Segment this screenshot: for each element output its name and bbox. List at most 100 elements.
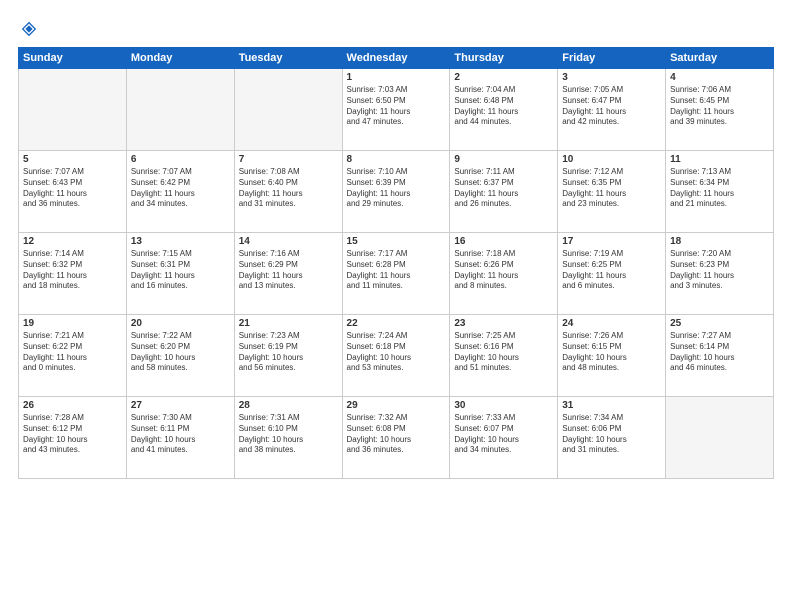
calendar: SundayMondayTuesdayWednesdayThursdayFrid…: [18, 47, 774, 479]
logo-icon: [20, 20, 38, 38]
day-info: Sunrise: 7:14 AM Sunset: 6:32 PM Dayligh…: [23, 249, 122, 292]
calendar-cell: 2Sunrise: 7:04 AM Sunset: 6:48 PM Daylig…: [450, 69, 558, 151]
calendar-cell: 15 Sunrise: 7:17 AM Sunset: 6:28 PM Dayli…: [342, 233, 450, 315]
day-number: 12: [23, 236, 122, 247]
day-number: 26: [23, 400, 122, 411]
day-info: Sunrise: 7:27 AM Sunset: 6:14 PM Dayligh…: [670, 331, 769, 374]
day-number: 29: [347, 400, 446, 411]
day-info: Sunrise: 7:03 AM Sunset: 6:50 PM Dayligh…: [347, 85, 446, 128]
calendar-cell: 1Sunrise: 7:03 AM Sunset: 6:50 PM Daylig…: [342, 69, 450, 151]
day-info: Sunrise: 7:16 AM Sunset: 6:29 PM Dayligh…: [239, 249, 338, 292]
day-info: Sunrise: 7:34 AM Sunset: 6:06 PM Dayligh…: [562, 413, 661, 456]
weekday-header-thursday: Thursday: [450, 48, 558, 69]
day-number: 9: [454, 154, 553, 165]
weekday-header-row: SundayMondayTuesdayWednesdayThursdayFrid…: [19, 48, 774, 69]
day-info: Sunrise: 7:15 AM Sunset: 6:31 PM Dayligh…: [131, 249, 230, 292]
calendar-cell: 31Sunrise: 7:34 AM Sunset: 6:06 PM Dayli…: [558, 397, 666, 479]
weekday-header-monday: Monday: [126, 48, 234, 69]
day-info: Sunrise: 7:11 AM Sunset: 6:37 PM Dayligh…: [454, 167, 553, 210]
day-number: 17: [562, 236, 661, 247]
week-row-4: 19 Sunrise: 7:21 AM Sunset: 6:22 PM Dayli…: [19, 315, 774, 397]
day-info: Sunrise: 7:31 AM Sunset: 6:10 PM Dayligh…: [239, 413, 338, 456]
calendar-cell: 22 Sunrise: 7:24 AM Sunset: 6:18 PM Dayli…: [342, 315, 450, 397]
day-info: Sunrise: 7:19 AM Sunset: 6:25 PM Dayligh…: [562, 249, 661, 292]
day-number: 25: [670, 318, 769, 329]
calendar-cell: 12 Sunrise: 7:14 AM Sunset: 6:32 PM Dayli…: [19, 233, 127, 315]
day-info: Sunrise: 7:23 AM Sunset: 6:19 PM Dayligh…: [239, 331, 338, 374]
day-number: 11: [670, 154, 769, 165]
calendar-cell: 11 Sunrise: 7:13 AM Sunset: 6:34 PM Dayli…: [666, 151, 774, 233]
calendar-cell: 27 Sunrise: 7:30 AM Sunset: 6:11 PM Dayli…: [126, 397, 234, 479]
calendar-cell: 23Sunrise: 7:25 AM Sunset: 6:16 PM Dayli…: [450, 315, 558, 397]
day-info: Sunrise: 7:20 AM Sunset: 6:23 PM Dayligh…: [670, 249, 769, 292]
calendar-cell: 6 Sunrise: 7:07 AM Sunset: 6:42 PM Daylig…: [126, 151, 234, 233]
calendar-cell: [126, 69, 234, 151]
calendar-cell: [666, 397, 774, 479]
day-info: Sunrise: 7:22 AM Sunset: 6:20 PM Dayligh…: [131, 331, 230, 374]
day-number: 15: [347, 236, 446, 247]
calendar-cell: 30Sunrise: 7:33 AM Sunset: 6:07 PM Dayli…: [450, 397, 558, 479]
calendar-cell: 5 Sunrise: 7:07 AM Sunset: 6:43 PM Daylig…: [19, 151, 127, 233]
day-number: 6: [131, 154, 230, 165]
day-info: Sunrise: 7:26 AM Sunset: 6:15 PM Dayligh…: [562, 331, 661, 374]
day-info: Sunrise: 7:21 AM Sunset: 6:22 PM Dayligh…: [23, 331, 122, 374]
day-info: Sunrise: 7:32 AM Sunset: 6:08 PM Dayligh…: [347, 413, 446, 456]
day-number: 28: [239, 400, 338, 411]
day-info: Sunrise: 7:08 AM Sunset: 6:40 PM Dayligh…: [239, 167, 338, 210]
day-number: 8: [347, 154, 446, 165]
calendar-cell: 9 Sunrise: 7:11 AM Sunset: 6:37 PM Daylig…: [450, 151, 558, 233]
calendar-cell: 26 Sunrise: 7:28 AM Sunset: 6:12 PM Dayli…: [19, 397, 127, 479]
day-number: 19: [23, 318, 122, 329]
day-number: 16: [454, 236, 553, 247]
day-info: Sunrise: 7:10 AM Sunset: 6:39 PM Dayligh…: [347, 167, 446, 210]
calendar-cell: 17 Sunrise: 7:19 AM Sunset: 6:25 PM Dayli…: [558, 233, 666, 315]
weekday-header-tuesday: Tuesday: [234, 48, 342, 69]
calendar-cell: [19, 69, 127, 151]
day-number: 21: [239, 318, 338, 329]
calendar-cell: 14Sunrise: 7:16 AM Sunset: 6:29 PM Dayli…: [234, 233, 342, 315]
day-info: Sunrise: 7:12 AM Sunset: 6:35 PM Dayligh…: [562, 167, 661, 210]
weekday-header-wednesday: Wednesday: [342, 48, 450, 69]
day-info: Sunrise: 7:30 AM Sunset: 6:11 PM Dayligh…: [131, 413, 230, 456]
calendar-cell: 25 Sunrise: 7:27 AM Sunset: 6:14 PM Dayli…: [666, 315, 774, 397]
day-number: 27: [131, 400, 230, 411]
weekday-header-sunday: Sunday: [19, 48, 127, 69]
day-number: 7: [239, 154, 338, 165]
calendar-cell: 29 Sunrise: 7:32 AM Sunset: 6:08 PM Dayli…: [342, 397, 450, 479]
calendar-cell: [234, 69, 342, 151]
calendar-cell: 20 Sunrise: 7:22 AM Sunset: 6:20 PM Dayli…: [126, 315, 234, 397]
day-info: Sunrise: 7:07 AM Sunset: 6:42 PM Dayligh…: [131, 167, 230, 210]
week-row-1: 1Sunrise: 7:03 AM Sunset: 6:50 PM Daylig…: [19, 69, 774, 151]
calendar-cell: 3Sunrise: 7:05 AM Sunset: 6:47 PM Daylig…: [558, 69, 666, 151]
day-info: Sunrise: 7:06 AM Sunset: 6:45 PM Dayligh…: [670, 85, 769, 128]
day-number: 4: [670, 72, 769, 83]
calendar-cell: 28 Sunrise: 7:31 AM Sunset: 6:10 PM Dayli…: [234, 397, 342, 479]
week-row-2: 5 Sunrise: 7:07 AM Sunset: 6:43 PM Daylig…: [19, 151, 774, 233]
day-number: 18: [670, 236, 769, 247]
day-info: Sunrise: 7:04 AM Sunset: 6:48 PM Dayligh…: [454, 85, 553, 128]
calendar-cell: 19 Sunrise: 7:21 AM Sunset: 6:22 PM Dayli…: [19, 315, 127, 397]
day-number: 3: [562, 72, 661, 83]
week-row-3: 12 Sunrise: 7:14 AM Sunset: 6:32 PM Dayli…: [19, 233, 774, 315]
week-row-5: 26 Sunrise: 7:28 AM Sunset: 6:12 PM Dayli…: [19, 397, 774, 479]
calendar-cell: 4 Sunrise: 7:06 AM Sunset: 6:45 PM Daylig…: [666, 69, 774, 151]
page: SundayMondayTuesdayWednesdayThursdayFrid…: [0, 0, 792, 612]
calendar-cell: 24 Sunrise: 7:26 AM Sunset: 6:15 PM Dayli…: [558, 315, 666, 397]
calendar-cell: 21 Sunrise: 7:23 AM Sunset: 6:19 PM Dayli…: [234, 315, 342, 397]
day-info: Sunrise: 7:33 AM Sunset: 6:07 PM Dayligh…: [454, 413, 553, 456]
day-info: Sunrise: 7:13 AM Sunset: 6:34 PM Dayligh…: [670, 167, 769, 210]
calendar-cell: 18 Sunrise: 7:20 AM Sunset: 6:23 PM Dayli…: [666, 233, 774, 315]
day-number: 20: [131, 318, 230, 329]
day-number: 13: [131, 236, 230, 247]
calendar-cell: 10Sunrise: 7:12 AM Sunset: 6:35 PM Dayli…: [558, 151, 666, 233]
header: [18, 18, 774, 39]
weekday-header-saturday: Saturday: [666, 48, 774, 69]
day-number: 22: [347, 318, 446, 329]
logo: [18, 18, 38, 39]
day-info: Sunrise: 7:17 AM Sunset: 6:28 PM Dayligh…: [347, 249, 446, 292]
day-number: 24: [562, 318, 661, 329]
day-info: Sunrise: 7:28 AM Sunset: 6:12 PM Dayligh…: [23, 413, 122, 456]
day-info: Sunrise: 7:24 AM Sunset: 6:18 PM Dayligh…: [347, 331, 446, 374]
day-number: 5: [23, 154, 122, 165]
day-info: Sunrise: 7:07 AM Sunset: 6:43 PM Dayligh…: [23, 167, 122, 210]
